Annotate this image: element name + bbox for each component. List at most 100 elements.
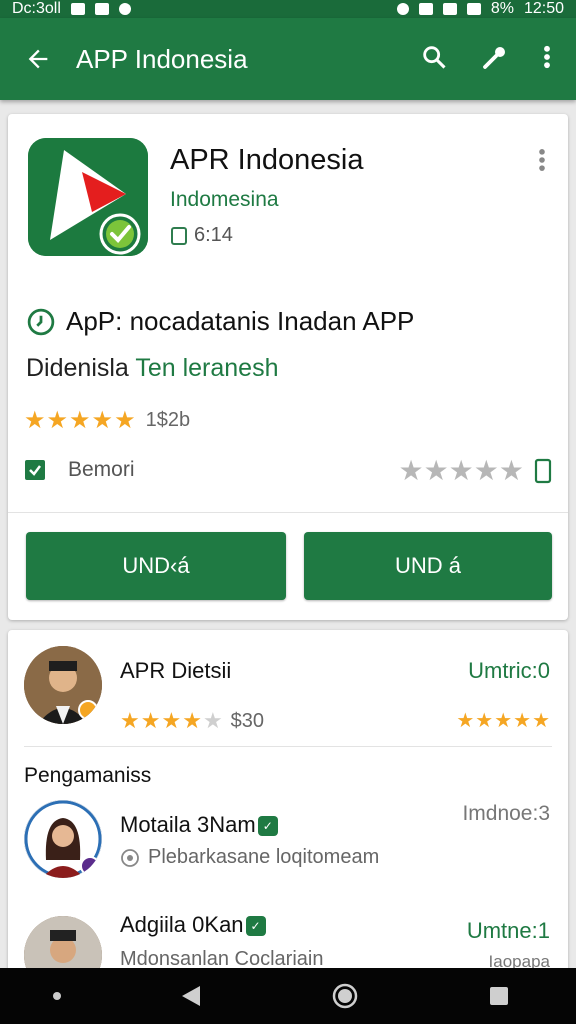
review-stars: ★ ★ ★ ★ ★: [120, 708, 223, 734]
version-label: Bemori: [68, 458, 135, 481]
nav-recents-button[interactable]: [469, 968, 529, 1024]
app-bar-title: APP Indonesia: [76, 43, 248, 74]
review-item[interactable]: Adgiila 0Kan ✓ Mdonsanlan Coclariain Umtn…: [8, 912, 568, 975]
avatar: [24, 916, 102, 975]
back-button[interactable]: [0, 45, 76, 73]
star-icon: ★: [494, 710, 513, 732]
verified-check-icon: [25, 460, 45, 480]
star-half-icon: ★: [202, 708, 223, 733]
mute-icon: [418, 3, 433, 15]
person-avatar-icon: [24, 800, 102, 878]
chrome-icon: [118, 3, 131, 15]
reviewer-subtitle: Plebarkasane loqitomeam: [120, 846, 379, 869]
review-right-stars: ★ ★ ★ ★ ★: [456, 708, 550, 733]
description-line-1: ApP: nocadatanis Inadan APP: [26, 306, 414, 337]
clock-icon: [27, 308, 55, 335]
search-button[interactable]: [420, 43, 448, 76]
reviewer-name: Adgiila 0Kan ✓: [120, 912, 266, 938]
signal-icon: [466, 3, 481, 15]
person-avatar-icon: [24, 916, 102, 975]
status-bar: Dc:3oll 8% 12:50: [0, 0, 576, 18]
star-outline-icon[interactable]: ★: [499, 454, 524, 487]
review-right-label: Umtne:1: [466, 918, 550, 943]
star-outline-icon[interactable]: ★: [398, 454, 423, 487]
avatar: [24, 800, 102, 878]
star-icon: ★: [532, 710, 550, 732]
star-icon: ★: [456, 710, 475, 732]
open-button[interactable]: UND á: [304, 532, 552, 600]
search-icon: [423, 45, 446, 69]
description-text-2: Didenisla: [26, 354, 136, 382]
nav-home-button[interactable]: [315, 968, 375, 1024]
star-outline-icon[interactable]: ★: [424, 454, 449, 487]
app-options-button[interactable]: [538, 146, 546, 179]
reviewer-name: Motaila 3Nam ✓: [120, 812, 278, 838]
app-name: APR Indonesia: [170, 144, 364, 176]
nav-dot-button[interactable]: [47, 968, 67, 1024]
verified-badge-icon: ✓: [257, 816, 278, 837]
card-divider: [8, 512, 568, 513]
system-nav-bar: [0, 968, 576, 1024]
reviews-divider: [24, 746, 552, 747]
dot-icon: [53, 992, 61, 1000]
phone-icon: [534, 458, 552, 483]
star-icon: ★: [24, 407, 46, 434]
reviewer-rating: ★ ★ ★ ★ ★ $30: [120, 708, 264, 734]
reviews-card: APR Dietsii ★ ★ ★ ★ ★ $30 Umtric:0 ★ ★ ★ ★ ★ Pen…: [8, 630, 568, 975]
circle-home-icon: [332, 983, 358, 1009]
overflow-menu-button[interactable]: [542, 43, 552, 76]
reviewer-name: APR Dietsii: [120, 658, 232, 683]
reviewer-name-text: Adgiila 0Kan: [120, 912, 244, 937]
notification-icon: [94, 3, 109, 15]
nav-back-button[interactable]: [161, 968, 221, 1024]
app-logo-icon: [28, 138, 148, 256]
star-icon: ★: [182, 708, 202, 733]
mic-button[interactable]: [480, 42, 510, 77]
star-icon: ★: [475, 710, 494, 732]
featured-review[interactable]: APR Dietsii ★ ★ ★ ★ ★ $30 Umtric:0 ★ ★ ★ ★ ★: [8, 646, 568, 746]
star-icon: ★: [69, 407, 91, 434]
star-icon: ★: [513, 710, 532, 732]
review-right-label: Imdnoe:3: [462, 802, 550, 825]
developer-link[interactable]: Indomesina: [170, 188, 279, 212]
description-line-2: Didenisla Ten leranesh: [26, 354, 278, 383]
rating-count: 1$2b: [145, 409, 191, 431]
more-vert-icon: [539, 149, 545, 171]
star-half-icon: ★: [114, 407, 136, 434]
photo-icon: [70, 3, 85, 15]
review-item[interactable]: Motaila 3Nam ✓ Plebarkasane loqitomeam Im…: [8, 800, 568, 900]
star-icon: ★: [120, 708, 140, 733]
app-size-text: 6:14: [194, 224, 233, 246]
description-accent[interactable]: Ten leranesh: [135, 354, 278, 382]
star-icon: ★: [140, 708, 161, 733]
app-bar: APP Indonesia: [0, 18, 576, 100]
verified-badge-icon: ✓: [245, 916, 266, 937]
star-icon: ★: [46, 407, 69, 434]
rating-row: ★ ★ ★ ★ ★ 1$2b: [24, 406, 190, 435]
square-recents-icon: [490, 987, 508, 1005]
arrow-left-icon: [28, 49, 48, 69]
microphone-icon: [483, 46, 505, 69]
app-detail-card: APR Indonesia Indomesina 6:14 ApP: nocad…: [8, 114, 568, 620]
star-outline-icon[interactable]: ★: [474, 454, 499, 487]
star-outline-icon[interactable]: ★: [449, 454, 474, 487]
wifi-icon: [442, 3, 457, 15]
version-row: Bemori: [24, 458, 135, 482]
install-button[interactable]: UND‹á: [26, 532, 286, 600]
clock-text: 12:50: [523, 0, 564, 17]
app-size: 6:14: [170, 224, 233, 247]
user-rating[interactable]: ★ ★ ★ ★ ★: [398, 454, 552, 487]
description-text-1: ApP: nocadatanis Inadan APP: [66, 306, 415, 336]
app-icon[interactable]: [28, 138, 148, 256]
user-rating-stars[interactable]: ★ ★ ★ ★ ★: [398, 454, 524, 487]
storage-icon: [171, 226, 187, 245]
review-price: $30: [230, 709, 265, 732]
triangle-back-icon: [182, 986, 200, 1006]
reviewer-subtitle-text: Plebarkasane loqitomeam: [148, 846, 380, 868]
sync-icon: [396, 3, 409, 15]
star-icon: ★: [91, 407, 114, 434]
reviewer-name-text: Motaila 3Nam: [120, 812, 256, 837]
carrier-text: Dc:3oll: [12, 0, 61, 17]
review-right-label: Umtric:0: [468, 658, 550, 683]
person-avatar-icon: [24, 646, 102, 724]
